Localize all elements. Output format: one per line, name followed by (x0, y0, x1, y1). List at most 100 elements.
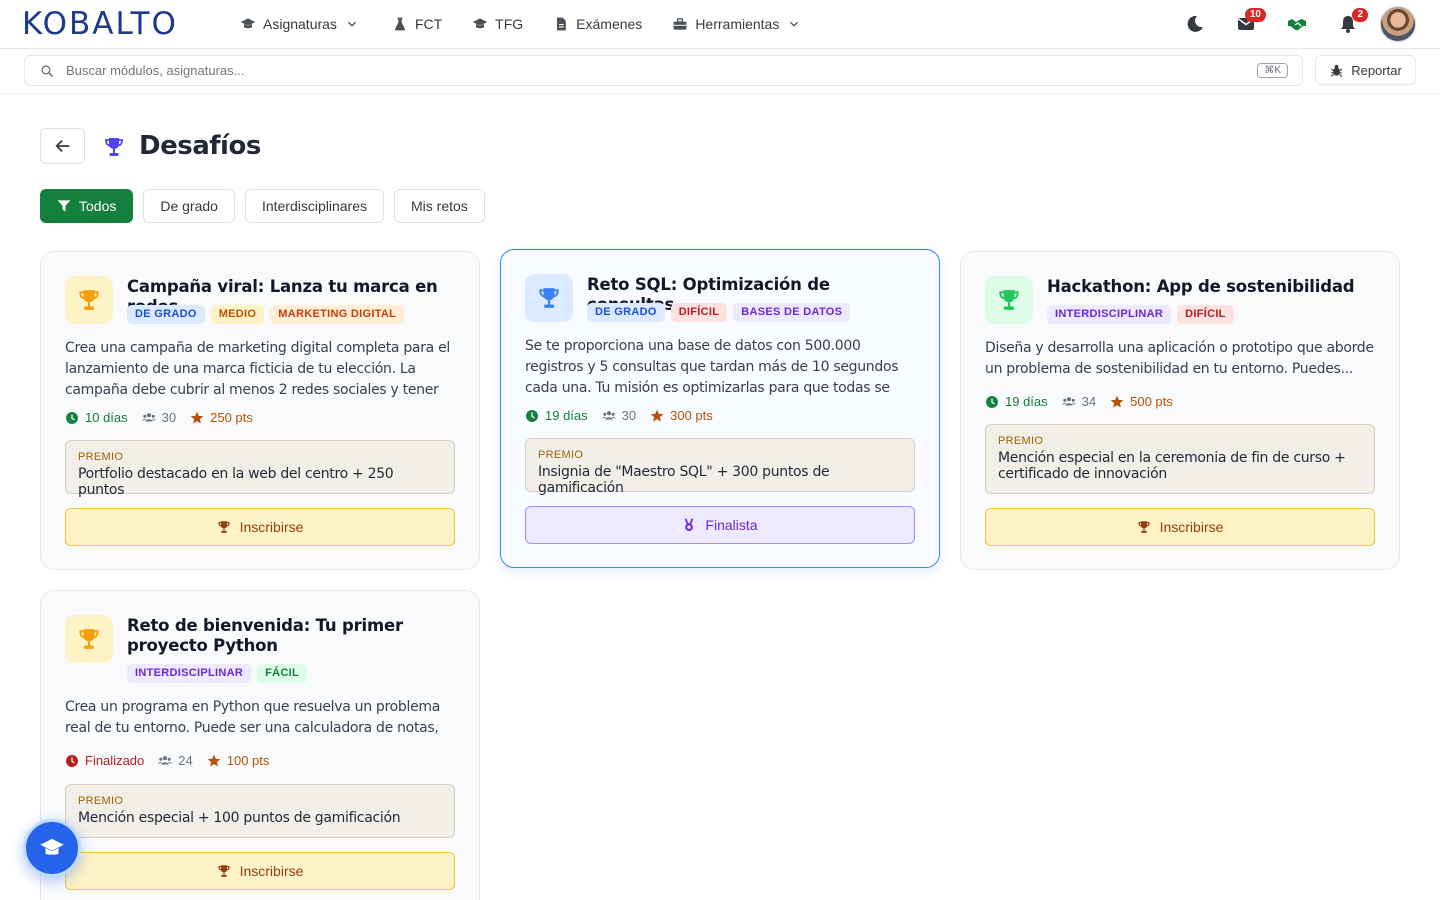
prize-box: PREMIO Mención especial + 100 puntos de … (65, 784, 455, 838)
challenge-card[interactable]: Campaña viral: Lanza tu marca en redes D… (40, 251, 480, 570)
points-info: 250 pts (190, 410, 253, 425)
points-text: 250 pts (210, 410, 253, 425)
filter-de-grado[interactable]: De grado (143, 189, 235, 223)
nav-right-actions: 10 2 (1164, 5, 1416, 43)
chevron-down-icon (347, 21, 357, 27)
search-row: ⌘K Reportar (0, 49, 1440, 94)
challenge-meta: 19 días 34 500 pts (985, 394, 1187, 409)
clock-icon (66, 754, 78, 767)
prize-label: PREMIO (78, 795, 124, 807)
file-icon (557, 17, 566, 31)
enroll-button[interactable]: Inscribirse (65, 508, 455, 546)
deadline-text: 10 días (85, 410, 128, 425)
finalist-button[interactable]: Finalista (525, 506, 915, 544)
challenge-title: Reto de bienvenida: Tu primer proyecto P… (127, 616, 403, 655)
back-button[interactable] (40, 128, 85, 164)
enroll-button[interactable]: Inscribirse (985, 508, 1375, 546)
tag-subject: BASES DE DATOS (733, 303, 851, 322)
notifications-button[interactable]: 2 (1328, 5, 1368, 43)
enroll-button[interactable]: Inscribirse (65, 852, 455, 890)
challenge-icon (525, 274, 573, 322)
nav-item-asignaturas[interactable]: Asignaturas (240, 16, 358, 32)
tag-difficulty: DIFÍCIL (1177, 305, 1234, 324)
page-title: Desafíos (139, 131, 261, 161)
search-bar[interactable]: ⌘K (24, 55, 1303, 86)
star-icon (190, 411, 204, 424)
challenge-description: Se te proporciona una base de datos con … (525, 338, 899, 396)
challenge-description: Diseña y desarrolla una aplicación o pro… (985, 340, 1374, 377)
deadline-info: 19 días (525, 408, 588, 423)
nav-item-label: TFG (495, 16, 524, 32)
main-nav: Asignaturas FCT TFG Exámenes Herramienta… (240, 0, 830, 48)
prize-text: Mención especial + 100 puntos de gamific… (78, 810, 401, 826)
challenge-tags: INTERDISCIPLINAR FÁCIL (127, 664, 307, 683)
clock-icon (66, 411, 78, 424)
prize-text: Insignia de "Maestro SQL" + 300 puntos d… (538, 464, 830, 496)
toolbox-icon (673, 18, 687, 30)
filter-interdisciplinares[interactable]: Interdisciplinares (244, 189, 385, 223)
tag-difficulty: FÁCIL (257, 664, 307, 683)
tag-level: DE GRADO (127, 305, 205, 324)
flask-icon (394, 17, 405, 31)
nav-item-label: Asignaturas (263, 16, 337, 32)
prize-label: PREMIO (538, 449, 584, 461)
arrow-left-icon (54, 139, 69, 153)
trophy-icon (217, 521, 230, 533)
prize-label: PREMIO (998, 435, 1044, 447)
participants-info: 34 (1062, 394, 1096, 409)
deadline-info: Finalizado (65, 753, 144, 768)
challenge-card[interactable]: Reto SQL: Optimización de consultas DE G… (500, 249, 940, 568)
app-logo[interactable]: KOBALTO (22, 6, 178, 42)
points-text: 300 pts (670, 408, 713, 423)
users-icon (602, 410, 616, 419)
points-text: 100 pts (226, 753, 270, 768)
points-info: 500 pts (1110, 394, 1173, 409)
filter-label: Interdisciplinares (261, 198, 368, 214)
prize-box: PREMIO Mención especial en la ceremonia … (985, 424, 1375, 494)
prize-text: Mención especial en la ceremonia de fin … (998, 450, 1346, 482)
tag-level: INTERDISCIPLINAR (1047, 305, 1172, 324)
tag-subject: MARKETING DIGITAL (270, 305, 405, 324)
points-info: 100 pts (207, 753, 270, 768)
filter-all[interactable]: Todos (40, 189, 134, 223)
filter-label: Mis retos (411, 198, 468, 214)
trophy-icon (79, 629, 99, 649)
filter-icon (57, 200, 71, 212)
user-avatar[interactable] (1380, 6, 1416, 42)
nav-item-tfg[interactable]: TFG (472, 16, 523, 32)
star-icon (1110, 395, 1124, 408)
nav-item-examenes[interactable]: Exámenes (553, 16, 642, 32)
dark-mode-toggle[interactable] (1175, 5, 1215, 43)
challenge-meta: Finalizado 24 100 pts (65, 753, 283, 768)
handshake-button[interactable] (1277, 5, 1317, 43)
report-button[interactable]: Reportar (1315, 55, 1416, 85)
assistant-fab[interactable] (23, 819, 81, 877)
deadline-text: 19 días (545, 408, 588, 423)
messages-badge: 10 (1244, 8, 1266, 22)
search-input[interactable] (66, 63, 1216, 78)
nav-item-fct[interactable]: FCT (392, 16, 442, 32)
deadline-text: Finalizado (85, 753, 145, 768)
challenge-icon (65, 615, 113, 663)
search-shortcut: ⌘K (1257, 63, 1288, 78)
filter-tabs: Todos De grado Interdisciplinares Mis re… (40, 189, 495, 223)
handshake-icon (1288, 19, 1306, 31)
challenge-meta: 19 días 30 300 pts (525, 408, 727, 423)
enroll-label: Inscribirse (239, 519, 304, 535)
deadline-info: 10 días (65, 410, 128, 425)
trophy-icon (217, 865, 230, 877)
nav-item-herramientas[interactable]: Herramientas (672, 16, 800, 32)
messages-button[interactable]: 10 (1226, 5, 1266, 43)
points-text: 500 pts (1130, 394, 1173, 409)
nav-item-label: Exámenes (576, 16, 643, 32)
graduation-cap-icon (472, 18, 488, 29)
users-icon (158, 755, 172, 764)
trophy-icon (539, 288, 559, 308)
challenge-card[interactable]: Hackathon: App de sostenibilidad INTERDI… (960, 251, 1400, 570)
challenge-title: Hackathon: App de sostenibilidad (1047, 277, 1355, 296)
challenge-card[interactable]: Reto de bienvenida: Tu primer proyecto P… (40, 590, 480, 900)
filter-mis-retos[interactable]: Mis retos (394, 189, 485, 223)
points-info: 300 pts (650, 408, 713, 423)
chevron-down-icon (790, 21, 799, 27)
nav-item-label: Herramientas (695, 16, 780, 32)
